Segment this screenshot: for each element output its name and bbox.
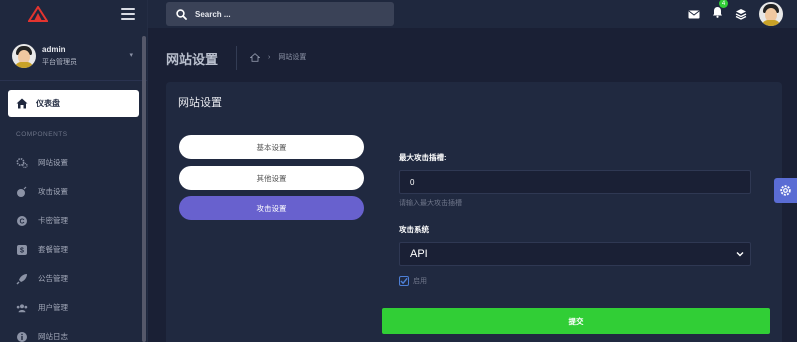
user-name: admin [42, 45, 66, 54]
menu-toggle-icon[interactable] [121, 8, 135, 20]
sidebar-item-label: 仪表盘 [36, 99, 60, 108]
sidebar-item-label: 用户管理 [38, 303, 68, 312]
max-slots-label: 最大攻击插槽: [399, 153, 447, 162]
enable-checkbox-row: 启用 [399, 276, 751, 286]
caret-down-icon[interactable]: ▾ [129, 51, 133, 59]
attack-system-select[interactable]: API [399, 242, 751, 266]
card-title: 网站设置 [178, 97, 222, 109]
sidebar-item-user-management[interactable]: 用户管理 [0, 293, 140, 322]
breadcrumb-current[interactable]: 网站设置 [278, 52, 306, 62]
sidebar-item-label: 网站设置 [38, 158, 68, 167]
info-icon [16, 331, 28, 342]
top-header: 4 [148, 0, 797, 28]
attack-system-value: API [410, 248, 428, 260]
sidebar-item-card-management[interactable]: C 卡密管理 [0, 206, 140, 235]
bomb-icon [16, 186, 28, 198]
max-slots-help: 请输入最大攻击插槽 [399, 200, 462, 207]
notification-bell[interactable]: 4 [712, 0, 728, 23]
breadcrumb: › 网站设置 [250, 52, 306, 62]
chevron-right-icon: › [268, 53, 271, 61]
search-input[interactable] [195, 9, 375, 19]
settings-card: 网站设置 基本设置 其他设置 攻击设置 最大攻击插槽: 0 请输入最大攻击插槽 … [166, 82, 782, 342]
money-icon: $ [16, 244, 28, 256]
enable-checkbox[interactable] [399, 276, 409, 286]
submit-button[interactable]: 提交 [382, 308, 770, 334]
logo-bar [0, 0, 147, 28]
sidebar-item-label: 卡密管理 [38, 216, 68, 225]
svg-text:$: $ [20, 247, 24, 254]
header-icons: 4 [688, 0, 783, 28]
mail-icon[interactable] [688, 10, 700, 19]
sidebar-item-attack-settings[interactable]: 攻击设置 [0, 177, 140, 206]
chevron-down-icon [736, 252, 744, 257]
divider [0, 80, 147, 81]
search-icon[interactable] [176, 8, 187, 20]
sidebar-item-label: 网站日志 [38, 332, 68, 341]
sidebar: admin 平台管理员 ▾ 仪表盘 COMPONENTS 网站设置 攻击设置 C… [0, 0, 148, 342]
home-icon [16, 98, 28, 109]
sidebar-item-label: 公告管理 [38, 274, 68, 283]
users-icon [16, 302, 28, 314]
svg-text:C: C [19, 218, 24, 225]
sidebar-item-plan-management[interactable]: $ 套餐管理 [0, 235, 140, 264]
sidebar-item-label: 攻击设置 [38, 187, 68, 196]
home-outline-icon[interactable] [250, 52, 260, 62]
avatar [12, 44, 36, 68]
gears-icon [16, 157, 28, 169]
sidebar-item-label: 套餐管理 [38, 245, 68, 254]
enable-checkbox-label: 启用 [413, 278, 427, 285]
sidebar-nav: 网站设置 攻击设置 C 卡密管理 $ 套餐管理 公告管理 用户管理 网站日志 [0, 148, 140, 342]
attack-settings-form: 最大攻击插槽: 0 请输入最大攻击插槽 攻击系统 API 启用 [399, 152, 751, 286]
rocket-icon [16, 273, 28, 285]
sidebar-scrollbar[interactable] [142, 36, 146, 342]
header-avatar[interactable] [759, 2, 783, 26]
user-profile[interactable]: admin 平台管理员 ▾ [12, 38, 135, 74]
layers-icon[interactable] [735, 8, 747, 20]
tab-attack-settings[interactable]: 攻击设置 [179, 196, 364, 220]
divider [236, 46, 237, 70]
checkmark-icon [400, 277, 408, 285]
notification-badge: 4 [719, 0, 728, 8]
page-title: 网站设置 [166, 52, 219, 67]
settings-float-button[interactable] [774, 178, 797, 203]
sidebar-item-site-logs[interactable]: 网站日志 [0, 322, 140, 342]
sidebar-item-announcement-management[interactable]: 公告管理 [0, 264, 140, 293]
attack-system-label: 攻击系统 [399, 225, 429, 234]
tab-other-settings[interactable]: 其他设置 [179, 166, 364, 190]
sidebar-item-dashboard[interactable]: 仪表盘 [8, 90, 139, 117]
section-title: COMPONENTS [16, 131, 68, 138]
coin-icon: C [16, 215, 28, 227]
search-bar [166, 2, 394, 26]
tab-basic-settings[interactable]: 基本设置 [179, 135, 364, 159]
max-slots-input[interactable]: 0 [399, 170, 751, 194]
user-role: 平台管理员 [42, 59, 77, 66]
gear-icon [780, 185, 791, 196]
app-logo-icon[interactable] [28, 6, 48, 22]
sidebar-item-site-settings[interactable]: 网站设置 [0, 148, 140, 177]
app: admin 平台管理员 ▾ 仪表盘 COMPONENTS 网站设置 攻击设置 C… [0, 0, 797, 342]
